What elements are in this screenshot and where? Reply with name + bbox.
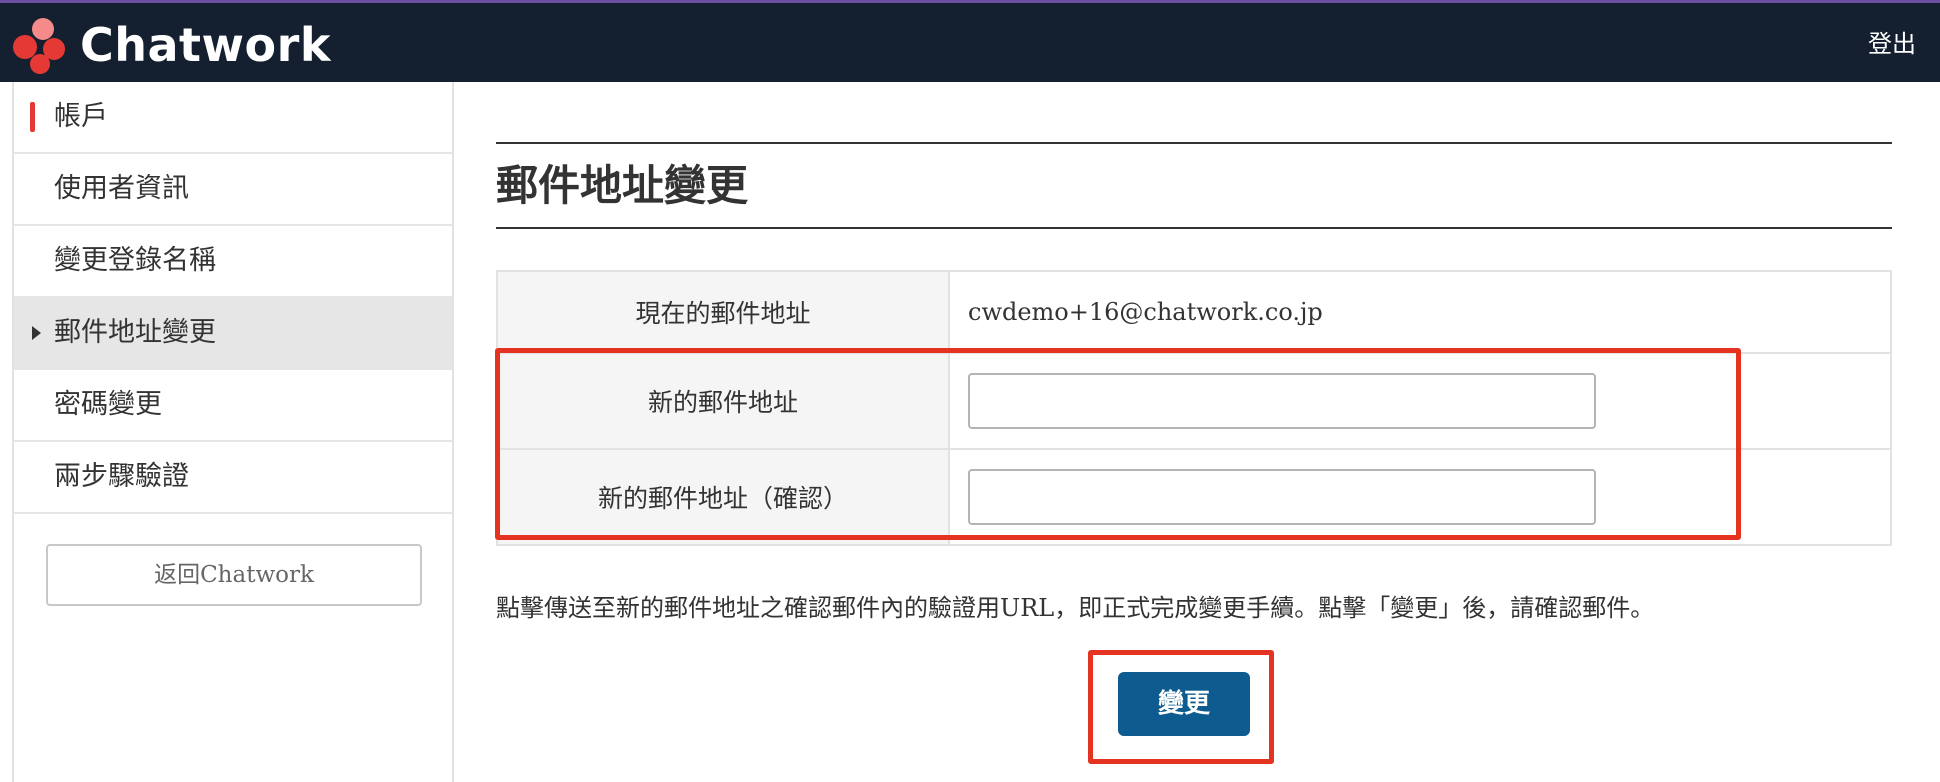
page-title: 郵件地址變更	[496, 161, 749, 210]
current-email-value: cwdemo+16@chatwork.co.jp	[968, 298, 1323, 326]
email-change-form: 現在的郵件地址 cwdemo+16@chatwork.co.jp 新的郵件地址 …	[496, 270, 1892, 546]
sidebar-item-change-password[interactable]: 密碼變更	[14, 370, 452, 442]
sidebar-item-two-step-verification[interactable]: 兩步驟驗證	[14, 442, 452, 514]
new-email-label: 新的郵件地址	[498, 354, 950, 448]
title-divider-top	[496, 142, 1892, 144]
chatwork-logo-icon[interactable]	[10, 15, 72, 75]
caret-right-icon	[32, 326, 41, 340]
confirm-email-label: 新的郵件地址（確認）	[498, 450, 950, 544]
sidebar-section-title: 帳戶	[54, 101, 108, 132]
logout-link[interactable]: 登出	[1868, 29, 1916, 59]
section-accent-bar	[30, 102, 35, 132]
sidebar-item-label: 郵件地址變更	[54, 317, 216, 348]
sidebar-item-label: 密碼變更	[54, 389, 162, 420]
change-email-button[interactable]: 變更	[1118, 672, 1250, 736]
confirm-email-input[interactable]	[968, 469, 1596, 525]
sidebar-item-change-login-name[interactable]: 變更登錄名稱	[14, 226, 452, 298]
sidebar-item-change-email[interactable]: 郵件地址變更	[14, 298, 452, 370]
sidebar-item-label: 變更登錄名稱	[54, 245, 216, 276]
new-email-row: 新的郵件地址	[498, 354, 1890, 450]
top-navigation-bar: Chatwork 登出	[0, 0, 1940, 82]
account-sidebar: 帳戶 使用者資訊 變更登錄名稱 郵件地址變更 密碼變更 兩步驟驗證 返回Chat…	[12, 82, 454, 782]
title-divider-bottom	[496, 227, 1892, 229]
sidebar-item-label: 兩步驟驗證	[54, 461, 189, 492]
confirm-email-row: 新的郵件地址（確認）	[498, 450, 1890, 544]
sidebar-item-user-info[interactable]: 使用者資訊	[14, 154, 452, 226]
new-email-cell	[950, 354, 1890, 448]
confirm-email-cell	[950, 450, 1890, 544]
verification-note: 點擊傳送至新的郵件地址之確認郵件內的驗證用URL，即正式完成變更手續。點擊「變更…	[496, 594, 1655, 622]
main-content: 郵件地址變更 現在的郵件地址 cwdemo+16@chatwork.co.jp …	[456, 82, 1940, 782]
back-to-chatwork-button[interactable]: 返回Chatwork	[46, 544, 422, 606]
new-email-input[interactable]	[968, 373, 1596, 429]
current-email-row: 現在的郵件地址 cwdemo+16@chatwork.co.jp	[498, 272, 1890, 354]
brand-name[interactable]: Chatwork	[80, 17, 331, 73]
sidebar-section-account: 帳戶	[14, 82, 452, 154]
current-email-label: 現在的郵件地址	[498, 272, 950, 352]
sidebar-item-label: 使用者資訊	[54, 173, 189, 204]
